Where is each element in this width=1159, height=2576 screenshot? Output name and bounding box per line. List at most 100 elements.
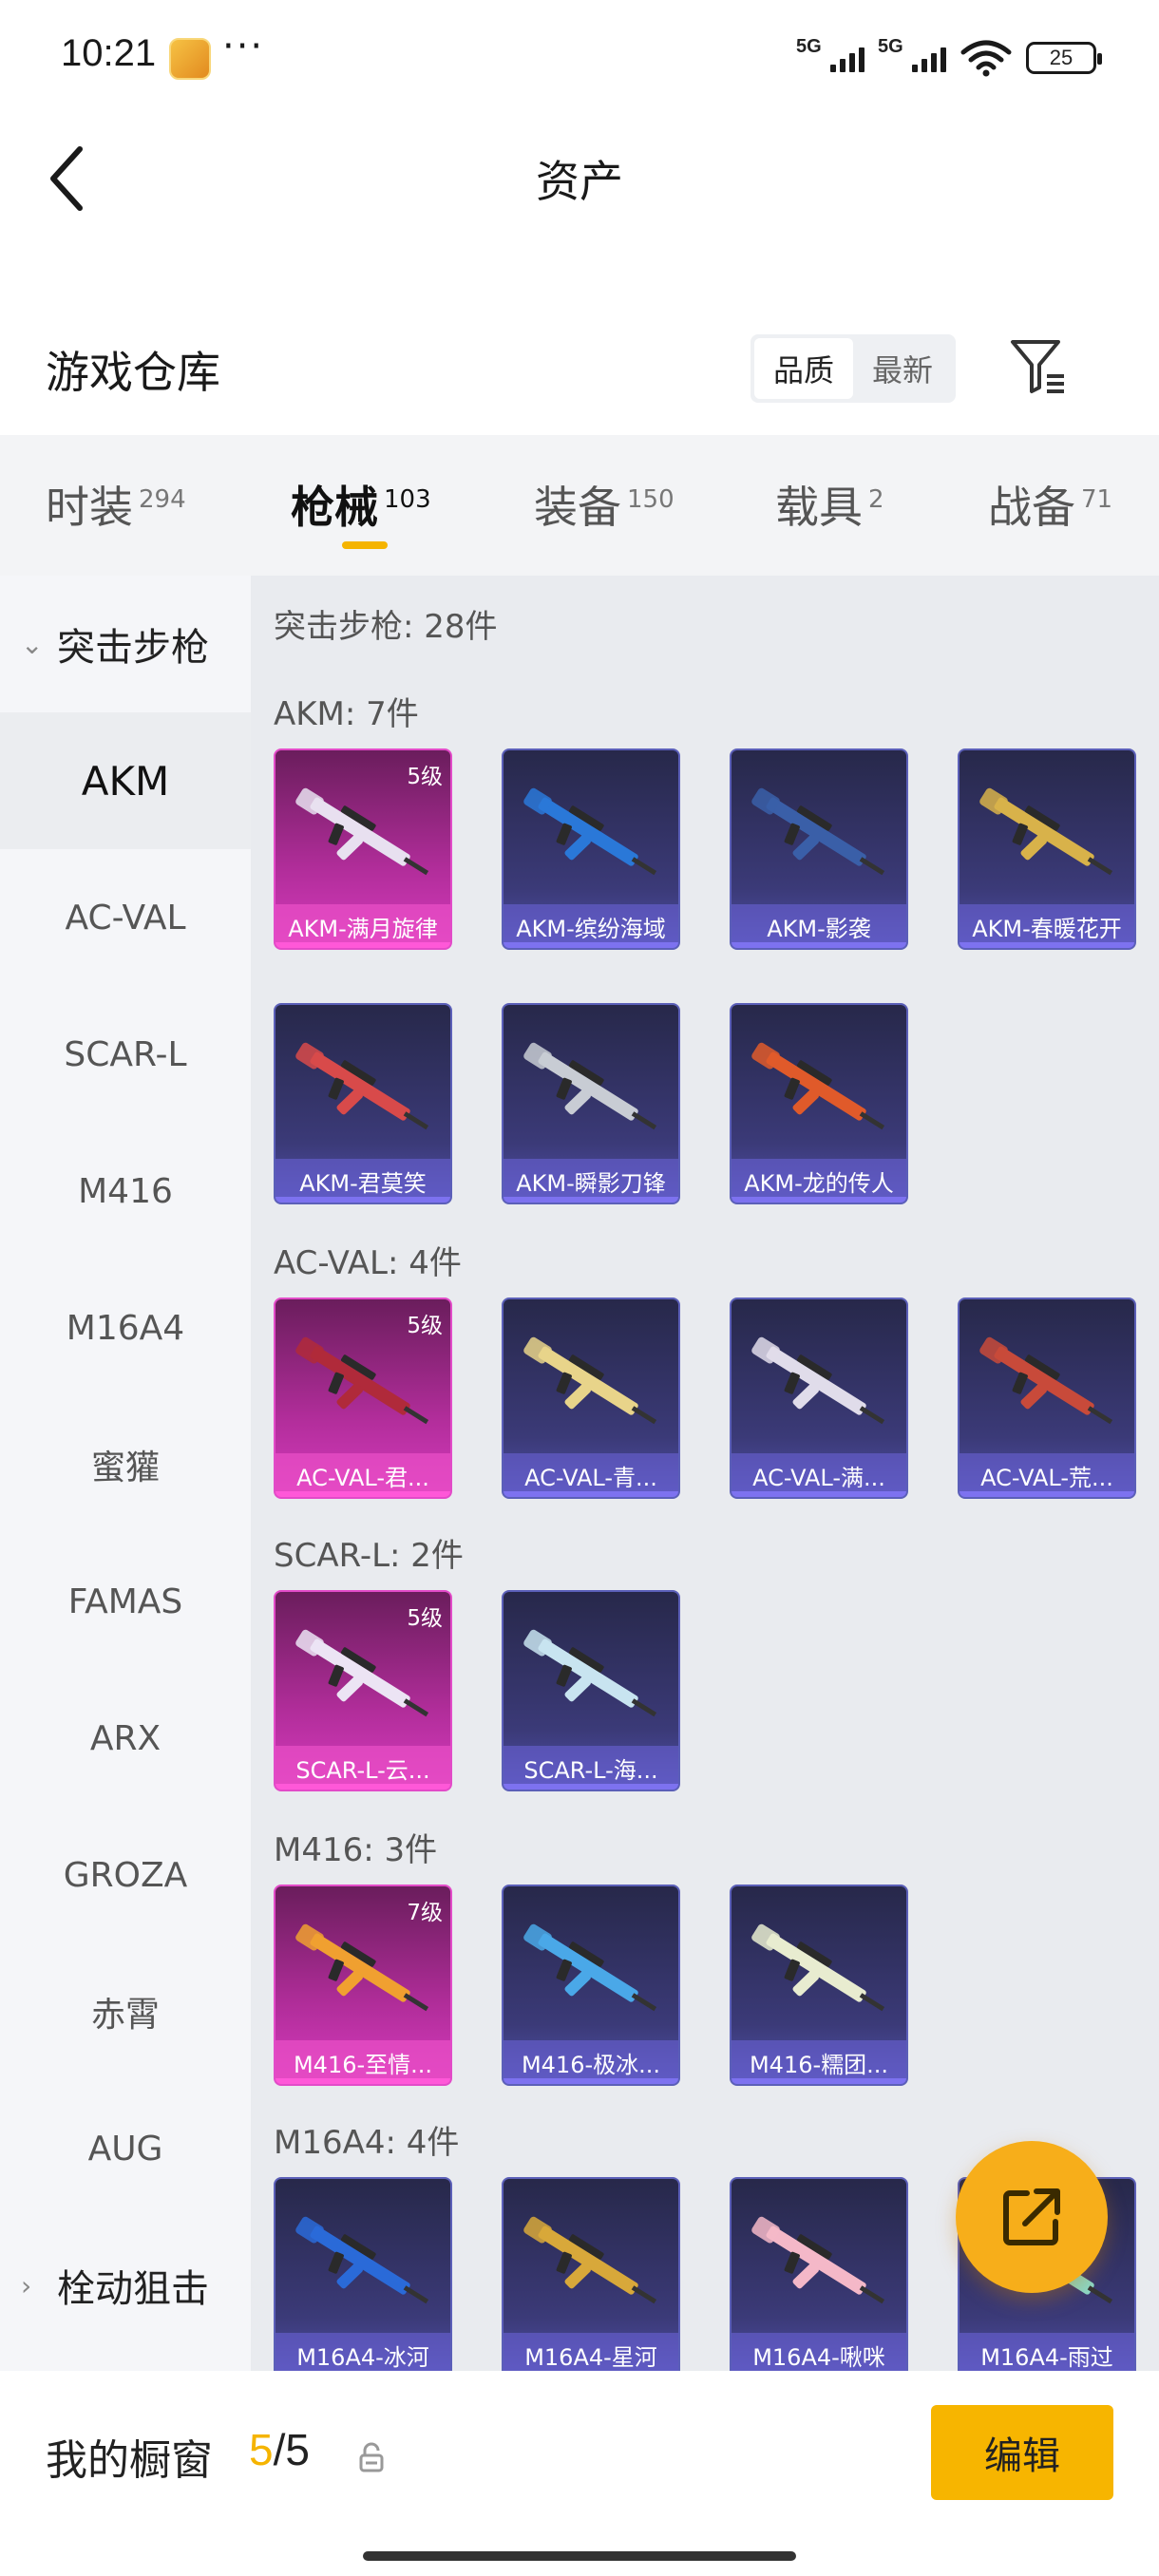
sort-toggle: 品质 最新 — [750, 334, 956, 403]
rifle-icon — [751, 1336, 885, 1425]
rifle-icon — [295, 2216, 429, 2304]
lock-icon — [359, 2442, 384, 2472]
app-notification-icon — [169, 38, 211, 80]
edit-button[interactable]: 编辑 — [931, 2405, 1113, 2500]
sidebar-item-groza[interactable]: GROZA — [0, 1807, 251, 1943]
chevron-right-icon: › — [21, 2269, 32, 2301]
weapon-card[interactable]: M416-极冰... — [502, 1885, 680, 2086]
weapon-name: AKM-影袭 — [732, 904, 906, 948]
tab-fashion[interactable]: 时装 294 — [46, 473, 186, 536]
weapon-name: AKM-缤纷海域 — [504, 904, 678, 948]
rifle-icon — [523, 1629, 657, 1717]
weapon-card[interactable]: AKM-瞬影刀锋 — [502, 1003, 680, 1204]
sidebar-item-arx[interactable]: ARX — [0, 1670, 251, 1807]
rifle-icon — [523, 1042, 657, 1130]
rifle-icon — [295, 787, 429, 876]
sidebar-item-m416[interactable]: M416 — [0, 1123, 251, 1260]
category-header: AC-VAL: 4件 — [274, 1244, 462, 1282]
weapon-card[interactable]: AC-VAL-满... — [730, 1297, 908, 1499]
sidebar-item-famas[interactable]: FAMAS — [0, 1533, 251, 1670]
sort-quality-button[interactable]: 品质 — [754, 338, 853, 399]
weapon-grid: 突击步枪: 28件 AKM: 7件 5级 AKM-满月旋律 AKM-缤纷海域 AKM-影… — [251, 576, 1159, 2371]
weapon-type-sidebar: ⌄ 突击步枪 AKM AC-VAL SCAR-L M416 M16A4 蜜獾 F… — [0, 576, 251, 2371]
rifle-icon — [295, 1629, 429, 1717]
tab-guns[interactable]: 枪械 103 — [291, 473, 431, 536]
showcase-count: 5/5 — [249, 2425, 310, 2474]
rifle-icon — [523, 2216, 657, 2304]
sidebar-item-chixiao[interactable]: 赤霄 — [0, 1943, 251, 2080]
weapon-name: M416-极冰... — [504, 2040, 678, 2084]
level-badge: 5级 — [407, 1606, 443, 1631]
weapon-name: AKM-瞬影刀锋 — [504, 1159, 678, 1203]
home-indicator — [363, 2551, 796, 2561]
rifle-icon — [523, 1336, 657, 1425]
category-summary: 突击步枪: 28件 — [274, 608, 498, 646]
weapon-name: AC-VAL-满... — [732, 1453, 906, 1497]
weapon-card[interactable]: M416-糯团... — [730, 1885, 908, 2086]
rifle-icon — [751, 1042, 885, 1130]
chevron-down-icon: ⌄ — [21, 628, 44, 660]
weapon-name: AC-VAL-青... — [504, 1453, 678, 1497]
wifi-icon — [960, 40, 1012, 77]
rifle-icon — [979, 1336, 1113, 1425]
weapon-name: M16A4-雨过 — [960, 2333, 1134, 2371]
rifle-icon — [979, 787, 1113, 876]
weapon-name: M416-至情... — [276, 2040, 450, 2084]
level-badge: 7级 — [407, 1901, 443, 1925]
weapon-card[interactable]: AKM-缤纷海域 — [502, 748, 680, 950]
weapon-name: AKM-龙的传人 — [732, 1159, 906, 1203]
weapon-card[interactable]: AKM-春暖花开 — [958, 748, 1136, 950]
weapon-card[interactable]: AC-VAL-青... — [502, 1297, 680, 1499]
weapon-card[interactable]: 7级 M416-至情... — [274, 1885, 452, 2086]
weapon-card[interactable]: AKM-龙的传人 — [730, 1003, 908, 1204]
showcase-bar: 我的橱窗 5/5 编辑 — [0, 2371, 1159, 2576]
warehouse-title: 游戏仓库 — [46, 347, 220, 398]
rifle-icon — [751, 2216, 885, 2304]
tab-equipment[interactable]: 装备 150 — [534, 473, 674, 536]
weapon-card[interactable]: M16A4-冰河 — [274, 2177, 452, 2371]
tab-supplies[interactable]: 战备 71 — [988, 473, 1112, 536]
weapon-card[interactable]: M16A4-星河 — [502, 2177, 680, 2371]
weapon-card[interactable]: 5级 AKM-满月旋律 — [274, 748, 452, 950]
weapon-name: M16A4-冰河 — [276, 2333, 450, 2371]
weapon-card[interactable]: 5级 SCAR-L-云... — [274, 1590, 452, 1791]
status-time: 10:21 — [61, 32, 157, 74]
weapon-name: AC-VAL-荒... — [960, 1453, 1134, 1497]
filter-icon — [1011, 340, 1064, 393]
weapon-card[interactable]: M16A4-啾咪 — [730, 2177, 908, 2371]
weapon-name: SCAR-L-云... — [276, 1746, 450, 1790]
sidebar-item-scar-l[interactable]: SCAR-L — [0, 986, 251, 1123]
weapon-card[interactable]: 5级 AC-VAL-君... — [274, 1297, 452, 1499]
tab-vehicles[interactable]: 载具 2 — [775, 473, 884, 536]
sort-newest-button[interactable]: 最新 — [853, 338, 952, 399]
category-header: AKM: 7件 — [274, 695, 419, 733]
status-bar: 10:21 ··· 5G 5G 25 — [0, 0, 1159, 114]
showcase-label: 我的橱窗 — [46, 2436, 213, 2485]
category-header: M416: 3件 — [274, 1831, 438, 1869]
category-tabs: 时装 294 枪械 103 装备 150 载具 2 战备 71 — [0, 435, 1159, 576]
share-button[interactable] — [956, 2141, 1108, 2293]
category-header: M16A4: 4件 — [274, 2124, 460, 2162]
filter-button[interactable] — [1005, 332, 1072, 399]
status-indicators: 5G 5G 25 — [796, 36, 1102, 80]
weapon-name: AC-VAL-君... — [276, 1453, 450, 1497]
rifle-icon — [295, 1336, 429, 1425]
weapon-card[interactable]: AKM-影袭 — [730, 748, 908, 950]
sidebar-item-honey-badger[interactable]: 蜜獾 — [0, 1396, 251, 1533]
sidebar-item-aug[interactable]: AUG — [0, 2080, 251, 2217]
weapon-card[interactable]: AC-VAL-荒... — [958, 1297, 1136, 1499]
weapon-card[interactable]: AKM-君莫笑 — [274, 1003, 452, 1204]
sidebar-item-akm[interactable]: AKM — [0, 712, 251, 849]
active-tab-indicator — [342, 541, 388, 549]
sidebar-group-bolt-sniper[interactable]: › 栓动狙击 — [0, 2217, 251, 2354]
category-header: SCAR-L: 2件 — [274, 1537, 464, 1575]
sidebar-group-assault-rifle[interactable]: ⌄ 突击步枪 — [0, 576, 251, 712]
weapon-name: M16A4-星河 — [504, 2333, 678, 2371]
sidebar-item-m16a4[interactable]: M16A4 — [0, 1260, 251, 1396]
rifle-icon — [751, 787, 885, 876]
weapon-card[interactable]: SCAR-L-海... — [502, 1590, 680, 1791]
level-badge: 5级 — [407, 1314, 443, 1338]
weapon-name: M16A4-啾咪 — [732, 2333, 906, 2371]
battery-icon: 25 — [1026, 42, 1102, 74]
sidebar-item-ac-val[interactable]: AC-VAL — [0, 849, 251, 986]
